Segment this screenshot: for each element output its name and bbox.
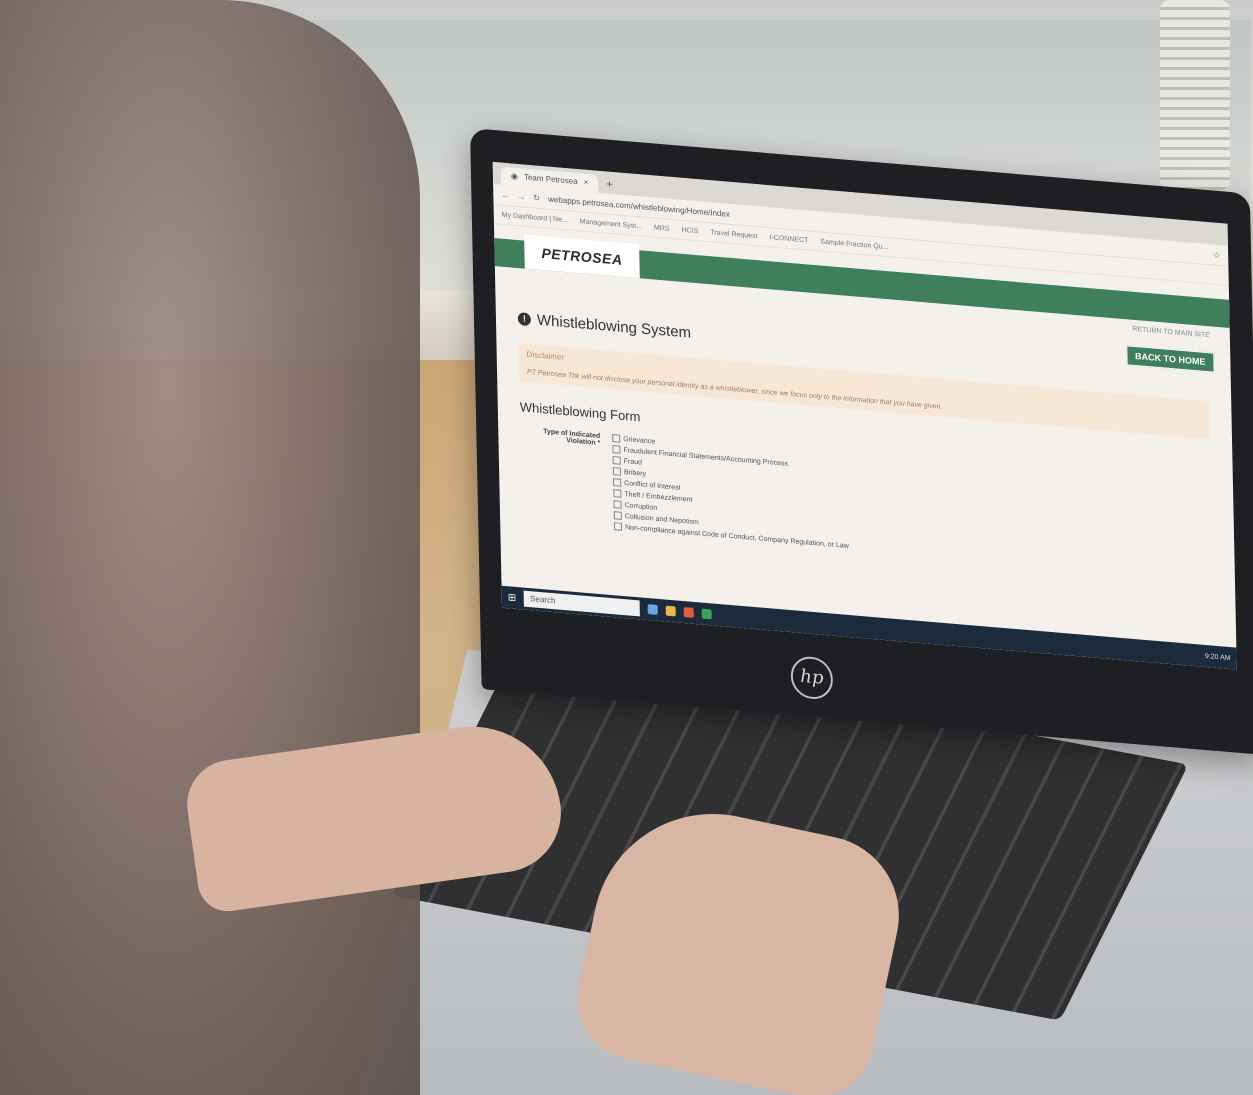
star-icon[interactable]: ☆ — [1213, 250, 1220, 260]
bead-curtain — [1160, 0, 1230, 190]
windows-taskbar: ⊞ Search 9:20 AM — [501, 585, 1237, 670]
checkbox[interactable] — [613, 511, 622, 520]
bookmark-item[interactable]: I-CONNECT — [769, 234, 808, 244]
bookmark-item[interactable]: MRS — [654, 224, 670, 232]
laptop-screen: ◉ Team Petrosea × + ← → ↻ webapps.petros… — [492, 161, 1237, 670]
exclamation-icon: ! — [517, 312, 532, 327]
return-to-main-site-link[interactable]: RETURN TO MAIN SITE — [1132, 326, 1210, 340]
page-title-text: Whistleblowing System — [536, 311, 692, 342]
checkbox[interactable] — [613, 478, 622, 487]
disclaimer-panel: Disclaimer PT Petrosea Tbk will not disc… — [518, 343, 1211, 440]
laptop-lid: ◉ Team Petrosea × + ← → ↻ webapps.petros… — [470, 128, 1253, 755]
option-label: Conflict of Interest — [624, 479, 681, 492]
taskbar-clock: 9:20 AM — [1204, 652, 1231, 662]
checkbox[interactable] — [613, 500, 622, 509]
new-tab-button[interactable]: + — [606, 175, 613, 194]
bookmark-item[interactable]: My Dashboard | Ne... — [502, 211, 568, 224]
windows-start-icon[interactable]: ⊞ — [508, 592, 517, 604]
bookmark-item[interactable]: HCIS — [681, 226, 698, 234]
checkbox[interactable] — [612, 434, 621, 443]
checkbox[interactable] — [612, 467, 621, 476]
app-icon[interactable] — [666, 605, 677, 617]
option-label: Grievance — [623, 435, 656, 446]
bookmark-item[interactable]: Travel Request — [710, 229, 757, 240]
violation-type-label: Type of Indicated Violation * — [543, 428, 601, 448]
checkbox[interactable] — [612, 445, 621, 454]
globe-icon: ◉ — [510, 171, 519, 182]
reload-icon[interactable]: ↻ — [533, 193, 540, 203]
bookmark-item[interactable]: Sample Fraction Qu... — [820, 238, 888, 251]
close-icon[interactable]: × — [584, 174, 589, 192]
app-icon[interactable] — [684, 607, 695, 618]
checkbox[interactable] — [613, 489, 622, 498]
taskbar-search[interactable]: Search — [523, 590, 641, 617]
option-label: Corruption — [624, 501, 658, 512]
option-label: Fraud — [623, 457, 643, 467]
bookmark-item[interactable]: Management Syst... — [580, 218, 642, 230]
option-label: Bribery — [623, 468, 647, 478]
checkbox[interactable] — [613, 522, 623, 531]
back-arrow-icon[interactable]: ← — [501, 190, 509, 200]
app-icon[interactable] — [701, 608, 713, 620]
person-silhouette — [0, 0, 420, 1095]
app-icon[interactable] — [648, 604, 659, 615]
violation-options: Grievance Fraudulent Financial Statement… — [612, 434, 849, 550]
photo-scene: ◉ Team Petrosea × + ← → ↻ webapps.petros… — [0, 0, 1253, 1095]
checkbox[interactable] — [612, 456, 621, 465]
forward-arrow-icon[interactable]: → — [517, 191, 525, 201]
petrosea-logo[interactable]: PETROSEA — [524, 234, 640, 279]
hp-logo: hp — [790, 655, 834, 701]
